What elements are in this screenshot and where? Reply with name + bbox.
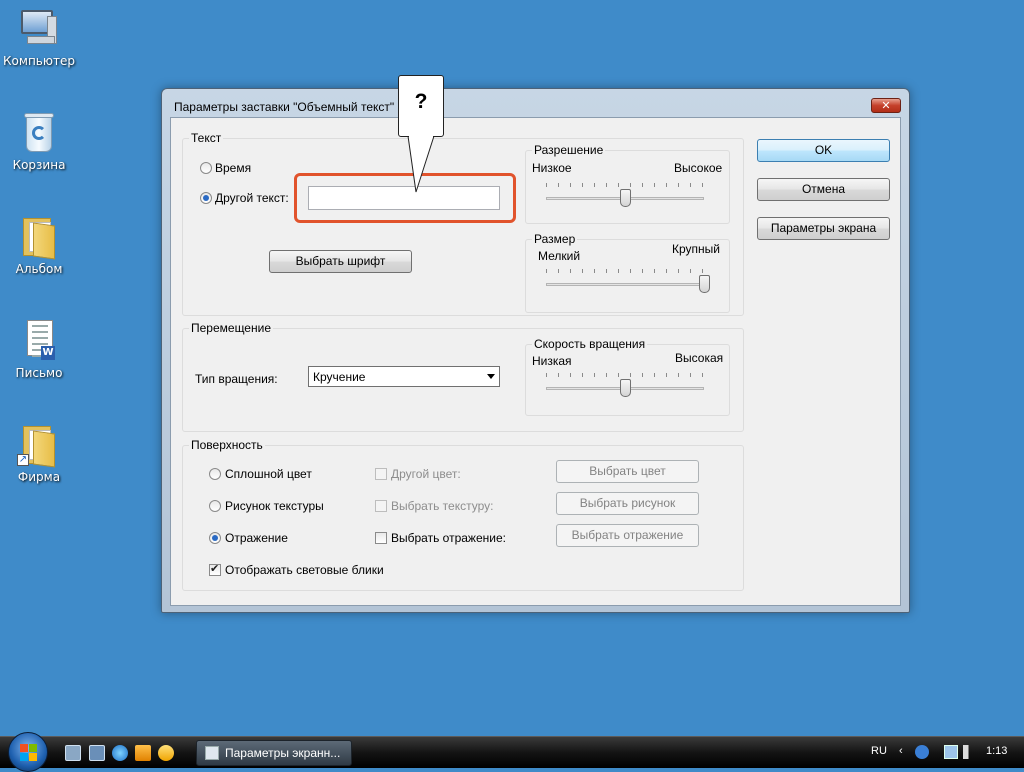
check-reflection-label: Выбрать отражение:	[391, 531, 506, 545]
close-button[interactable]: ✕	[871, 98, 901, 113]
slider-ticks	[546, 373, 704, 377]
desktop-icon-recycle-bin[interactable]: Корзина	[0, 110, 78, 172]
rotation-type-label: Тип вращения:	[195, 372, 278, 386]
radio-solid-color-label: Сплошной цвет	[225, 467, 312, 481]
choose-color-button[interactable]: Выбрать цвет	[556, 460, 699, 483]
choose-font-button[interactable]: Выбрать шрифт	[269, 250, 412, 273]
slider-thumb[interactable]	[620, 189, 631, 207]
desktop-icon-label: Корзина	[12, 158, 66, 172]
desktop-icon-label: Альбом	[15, 262, 63, 276]
taskbar-button-label: Параметры экранн...	[225, 746, 341, 760]
check-show-highlights-label: Отображать световые блики	[225, 563, 384, 577]
rotation-speed-legend: Скорость вращения	[532, 337, 648, 351]
radio-other-text[interactable]	[200, 192, 212, 204]
chevron-left-icon[interactable]: ‹	[899, 745, 903, 757]
question-mark: ?	[414, 90, 428, 113]
language-indicator[interactable]: RU	[871, 745, 887, 757]
slider-thumb[interactable]	[620, 379, 631, 397]
check-other-color[interactable]	[375, 468, 387, 480]
media-player-icon[interactable]	[135, 745, 151, 761]
check-reflection[interactable]	[375, 532, 387, 544]
switch-windows-icon[interactable]	[89, 745, 105, 761]
folder-icon	[17, 214, 61, 260]
resolution-legend: Разрешение	[532, 143, 606, 157]
size-legend: Размер	[532, 232, 578, 246]
check-other-color-label: Другой цвет:	[391, 467, 461, 481]
check-show-highlights[interactable]	[209, 562, 221, 576]
slider-track	[546, 283, 704, 286]
rotation-speed-slider[interactable]	[546, 373, 704, 403]
choose-picture-button[interactable]: Выбрать рисунок	[556, 492, 699, 515]
radio-time-label: Время	[215, 161, 252, 175]
slider-thumb[interactable]	[699, 275, 710, 293]
desktop-icon-label: Компьютер	[3, 54, 75, 68]
text-group-legend: Текст	[189, 131, 224, 145]
start-button[interactable]	[8, 732, 48, 772]
windows-logo-icon	[20, 744, 38, 762]
dialog-client-area: Текст Время Другой текст: Выбрать шрифт …	[170, 117, 901, 606]
surface-group-legend: Поверхность	[189, 438, 265, 452]
taskbar-button-screen-settings[interactable]: Параметры экранн...	[196, 740, 352, 766]
taskbar: Параметры экранн... RU ‹ 1:13	[0, 732, 1024, 772]
rotation-type-value: Кручение	[313, 370, 366, 384]
resolution-high-label: Высокое	[674, 161, 723, 175]
internet-explorer-icon[interactable]	[112, 745, 128, 761]
messenger-icon[interactable]	[158, 745, 174, 761]
chevron-down-icon	[487, 374, 495, 379]
folder-shortcut-icon: ↗	[17, 422, 61, 468]
desktop-icon-label: Письмо	[15, 366, 63, 380]
slider-ticks	[546, 183, 704, 187]
radio-time[interactable]	[200, 162, 212, 174]
desktop-icon-firm[interactable]: ↗ Фирма	[0, 422, 78, 484]
question-callout: ?	[398, 75, 444, 137]
check-texture-label: Выбрать текстуру:	[391, 499, 494, 513]
radio-reflection-label: Отражение	[225, 531, 288, 545]
desktop-icon-album[interactable]: Альбом	[0, 214, 78, 276]
clock[interactable]: 1:13	[986, 745, 1007, 757]
size-large-label: Крупный	[672, 242, 720, 256]
size-slider[interactable]	[546, 269, 710, 299]
rotation-speed-high-label: Высокая	[675, 351, 724, 365]
word-document-icon: W	[17, 318, 61, 362]
radio-solid-color[interactable]	[209, 468, 221, 480]
size-small-label: Мелкий	[538, 249, 581, 263]
dialog-title: Параметры заставки "Объемный текст"	[174, 100, 395, 114]
desktop-icon-label: Фирма	[17, 470, 61, 484]
accessibility-icon[interactable]	[915, 745, 929, 759]
radio-texture-label: Рисунок текстуры	[225, 499, 324, 513]
resolution-slider[interactable]	[546, 183, 704, 213]
radio-other-text-label: Другой текст:	[215, 191, 289, 205]
show-desktop-icon[interactable]	[65, 745, 81, 761]
resolution-low-label: Низкое	[532, 161, 572, 175]
ok-button[interactable]: OK	[757, 139, 890, 162]
choose-reflection-button[interactable]: Выбрать отражение	[556, 524, 699, 547]
slider-ticks	[546, 269, 704, 273]
display-settings-icon	[205, 746, 219, 760]
check-texture[interactable]	[375, 500, 387, 512]
desktop-icon-letter[interactable]: W Письмо	[0, 318, 78, 380]
radio-texture[interactable]	[209, 500, 221, 512]
desktop-icon-computer[interactable]: Компьютер	[0, 6, 78, 68]
other-text-input[interactable]	[308, 186, 500, 210]
network-icon[interactable]	[944, 745, 958, 759]
rotation-speed-low-label: Низкая	[532, 354, 572, 368]
radio-reflection[interactable]	[209, 532, 221, 544]
motion-group-legend: Перемещение	[189, 321, 273, 335]
screen-settings-button[interactable]: Параметры экрана	[757, 217, 890, 240]
rotation-type-select[interactable]: Кручение	[308, 366, 500, 387]
volume-icon[interactable]	[963, 745, 977, 759]
recycle-bin-icon	[17, 110, 61, 154]
computer-icon	[17, 6, 61, 50]
cancel-button[interactable]: Отмена	[757, 178, 890, 201]
screensaver-settings-dialog: Параметры заставки "Объемный текст" ✕ Те…	[161, 88, 910, 613]
